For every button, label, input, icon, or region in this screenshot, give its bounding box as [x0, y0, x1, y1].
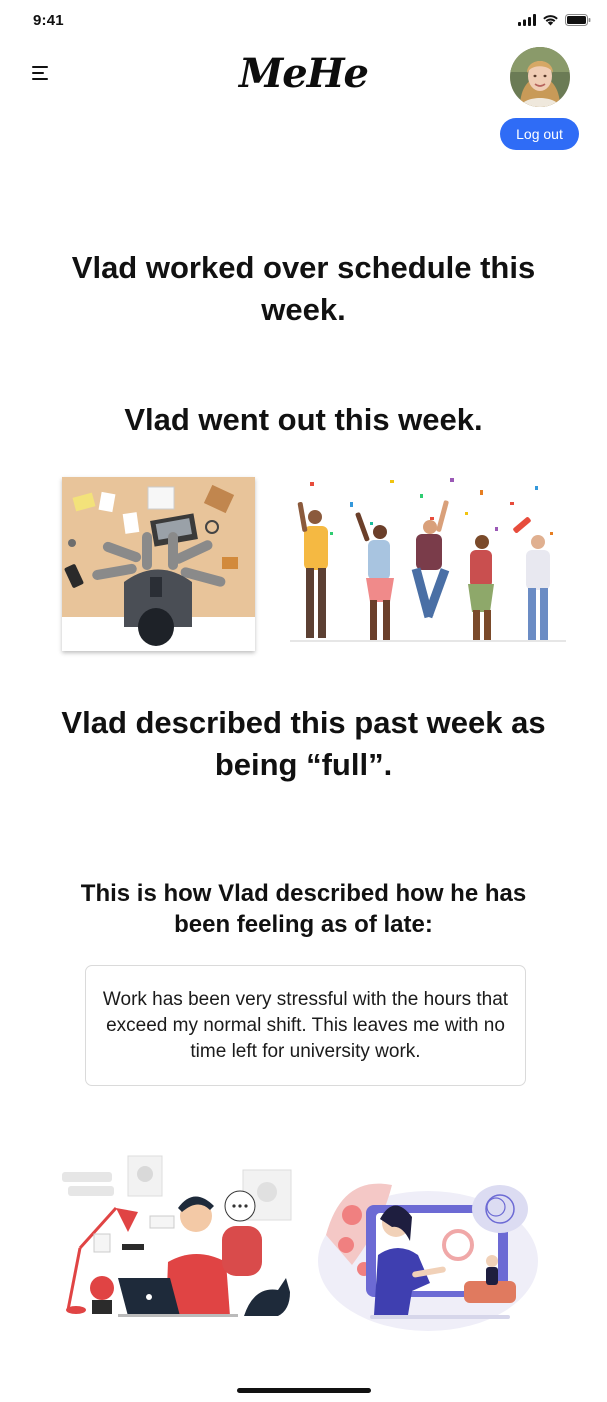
logout-button[interactable]: Log out	[500, 118, 579, 150]
party-illustration	[290, 472, 566, 650]
avatar-image	[510, 47, 570, 107]
stressed-worker-illustration	[58, 1150, 294, 1320]
screen: 9:41 MeHe Log out Vlad worked over sched…	[0, 0, 607, 1402]
home-indicator[interactable]	[237, 1388, 371, 1393]
status-time: 9:41	[33, 12, 64, 29]
feeling-description-box: Work has been very stressful with the ho…	[85, 965, 526, 1086]
online-therapy-illustration	[312, 1165, 544, 1333]
described-statement: Vlad described this past week as being “…	[61, 705, 546, 782]
battery-icon	[565, 14, 591, 26]
status-icons	[518, 14, 591, 26]
schedule-statement: Vlad worked over schedule this week.	[71, 250, 536, 327]
wifi-icon	[543, 15, 558, 26]
feeling-heading: This is how Vlad described how he has be…	[80, 880, 527, 938]
signal-icon	[518, 14, 536, 26]
avatar[interactable]	[510, 47, 570, 107]
feeling-description-text: Work has been very stressful with the ho…	[102, 988, 509, 1062]
went-out-statement: Vlad went out this week.	[124, 402, 483, 437]
busy-worker-illustration	[62, 477, 255, 651]
